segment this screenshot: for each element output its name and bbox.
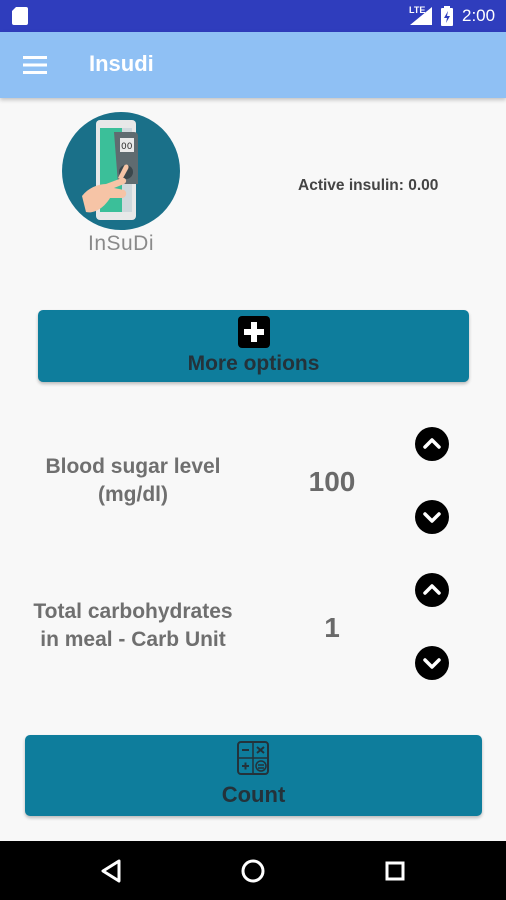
calculator-icon [237, 741, 269, 775]
carbs-label: Total carbohydrates in meal - Carb Unit [8, 598, 258, 654]
sd-card-icon [12, 7, 28, 25]
back-icon[interactable] [95, 855, 127, 887]
count-label: Count [221, 782, 286, 807]
app-title: Insudi [89, 51, 154, 76]
recent-apps-icon[interactable] [379, 855, 411, 887]
count-button[interactable]: Count [25, 735, 482, 816]
active-insulin-text: Active insulin: 0.00 [298, 177, 439, 194]
blood-sugar-decrease-button[interactable] [415, 500, 449, 534]
chevron-up-icon [423, 584, 441, 595]
blood-sugar-value: 100 [308, 466, 356, 497]
clock: 2:00 [462, 6, 496, 25]
blood-sugar-increase-button[interactable] [415, 427, 449, 461]
navigation-bar [0, 841, 506, 900]
more-options-label: More options [187, 352, 320, 375]
hamburger-menu-icon [23, 56, 47, 74]
carbs-label-line2: in meal - Carb Unit [40, 628, 226, 651]
carbs-value: 1 [324, 612, 340, 643]
carbs-decrease-button[interactable] [415, 646, 449, 680]
signal-icon [410, 7, 432, 25]
battery-icon [441, 6, 453, 26]
blood-sugar-label-line1: Blood sugar level [45, 455, 221, 478]
plus-box-icon [238, 316, 270, 348]
status-bar: LTE 2:00 [0, 0, 506, 32]
blood-sugar-label: Blood sugar level (mg/dl) [18, 453, 248, 509]
svg-text:00: 00 [121, 142, 133, 152]
menu-button[interactable] [14, 45, 56, 85]
app-bar: Insudi [0, 32, 506, 98]
more-options-button[interactable]: More options [38, 310, 469, 382]
home-icon[interactable] [237, 855, 269, 887]
chevron-up-icon [423, 438, 441, 449]
blood-sugar-label-line2: (mg/dl) [98, 483, 168, 506]
chevron-down-icon [423, 658, 441, 669]
chevron-down-icon [423, 512, 441, 523]
logo-text: InSuDi [87, 232, 155, 255]
carbs-increase-button[interactable] [415, 573, 449, 607]
insudi-logo-icon: 00 [62, 112, 180, 230]
carbs-label-line1: Total carbohydrates [33, 600, 233, 623]
